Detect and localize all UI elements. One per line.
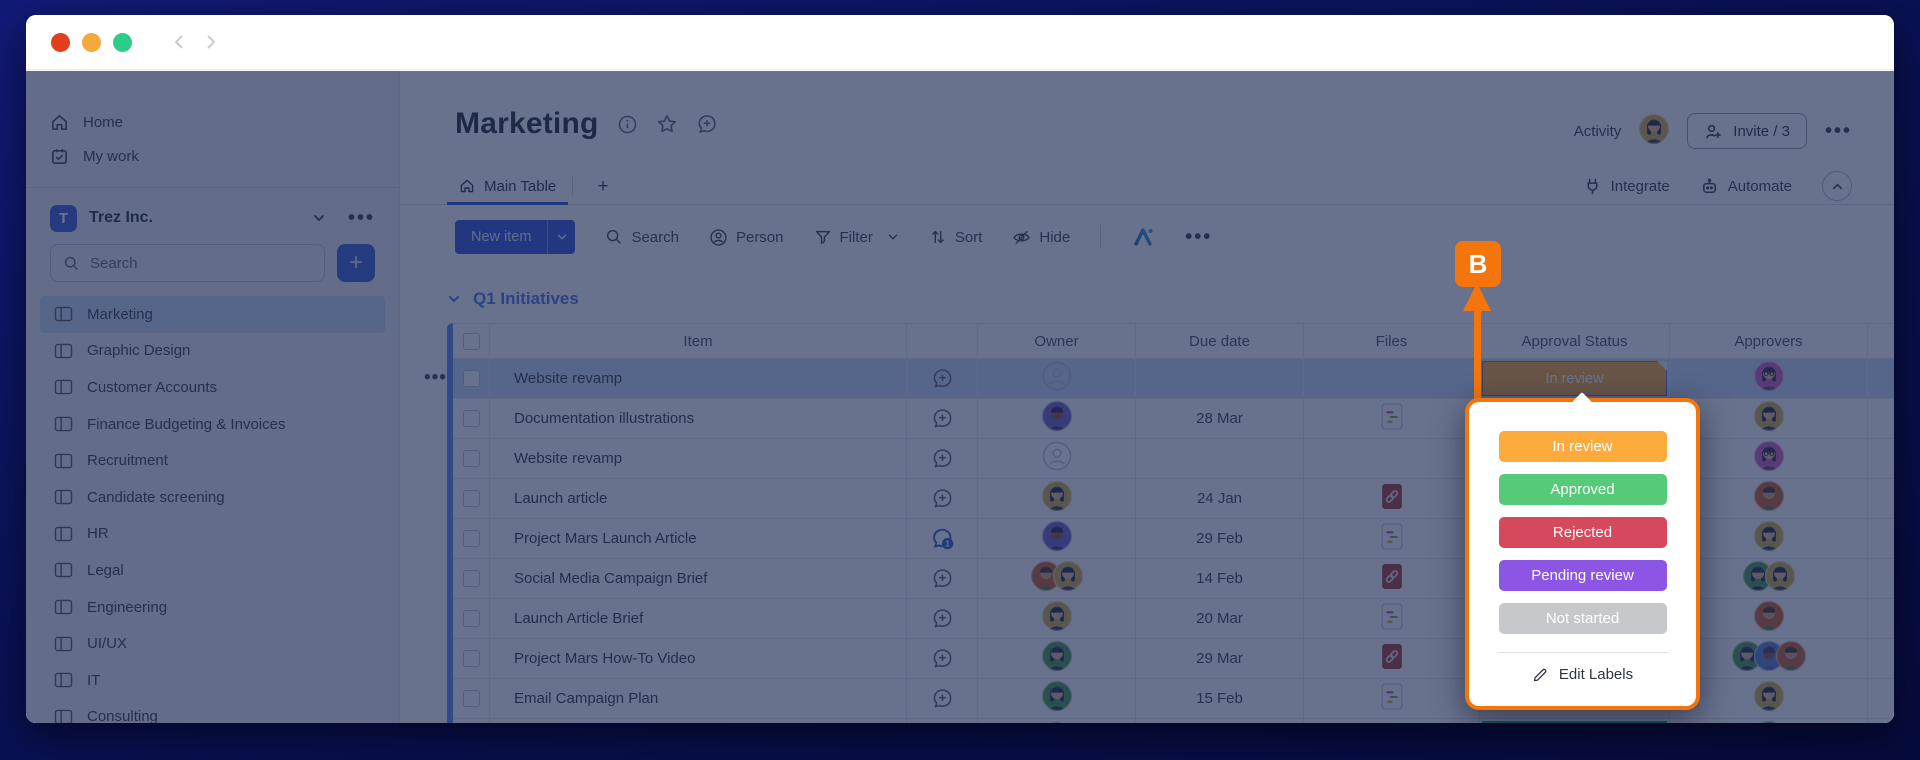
status-option-pending-review[interactable]: Pending review [1498,560,1667,591]
status-option-rejected[interactable]: Rejected [1498,517,1667,548]
app-window: Home My work T Trez Inc. ••• [26,15,1894,723]
annotation-arrow-shaft [1474,308,1481,402]
edit-labels-label: Edit Labels [1558,666,1634,683]
pencil-icon [1532,666,1549,683]
popup-divider [1497,652,1668,653]
edit-labels-button[interactable]: Edit Labels [1469,666,1696,683]
status-picker-popup: In review Approved Rejected Pending review N… [1465,392,1700,710]
status-option-in-review[interactable]: In review [1498,431,1667,462]
back-icon[interactable] [170,32,190,52]
forward-icon[interactable] [200,32,220,52]
status-option-not-started[interactable]: Not started [1498,603,1667,634]
minimize-window-button[interactable] [82,32,101,52]
close-window-button[interactable] [51,32,70,52]
annotation-marker-b: B [1455,241,1501,287]
maximize-window-button[interactable] [113,32,132,52]
window-titlebar [26,15,1894,70]
annotation-arrow-icon [1463,283,1491,311]
status-option-approved[interactable]: Approved [1498,474,1667,505]
